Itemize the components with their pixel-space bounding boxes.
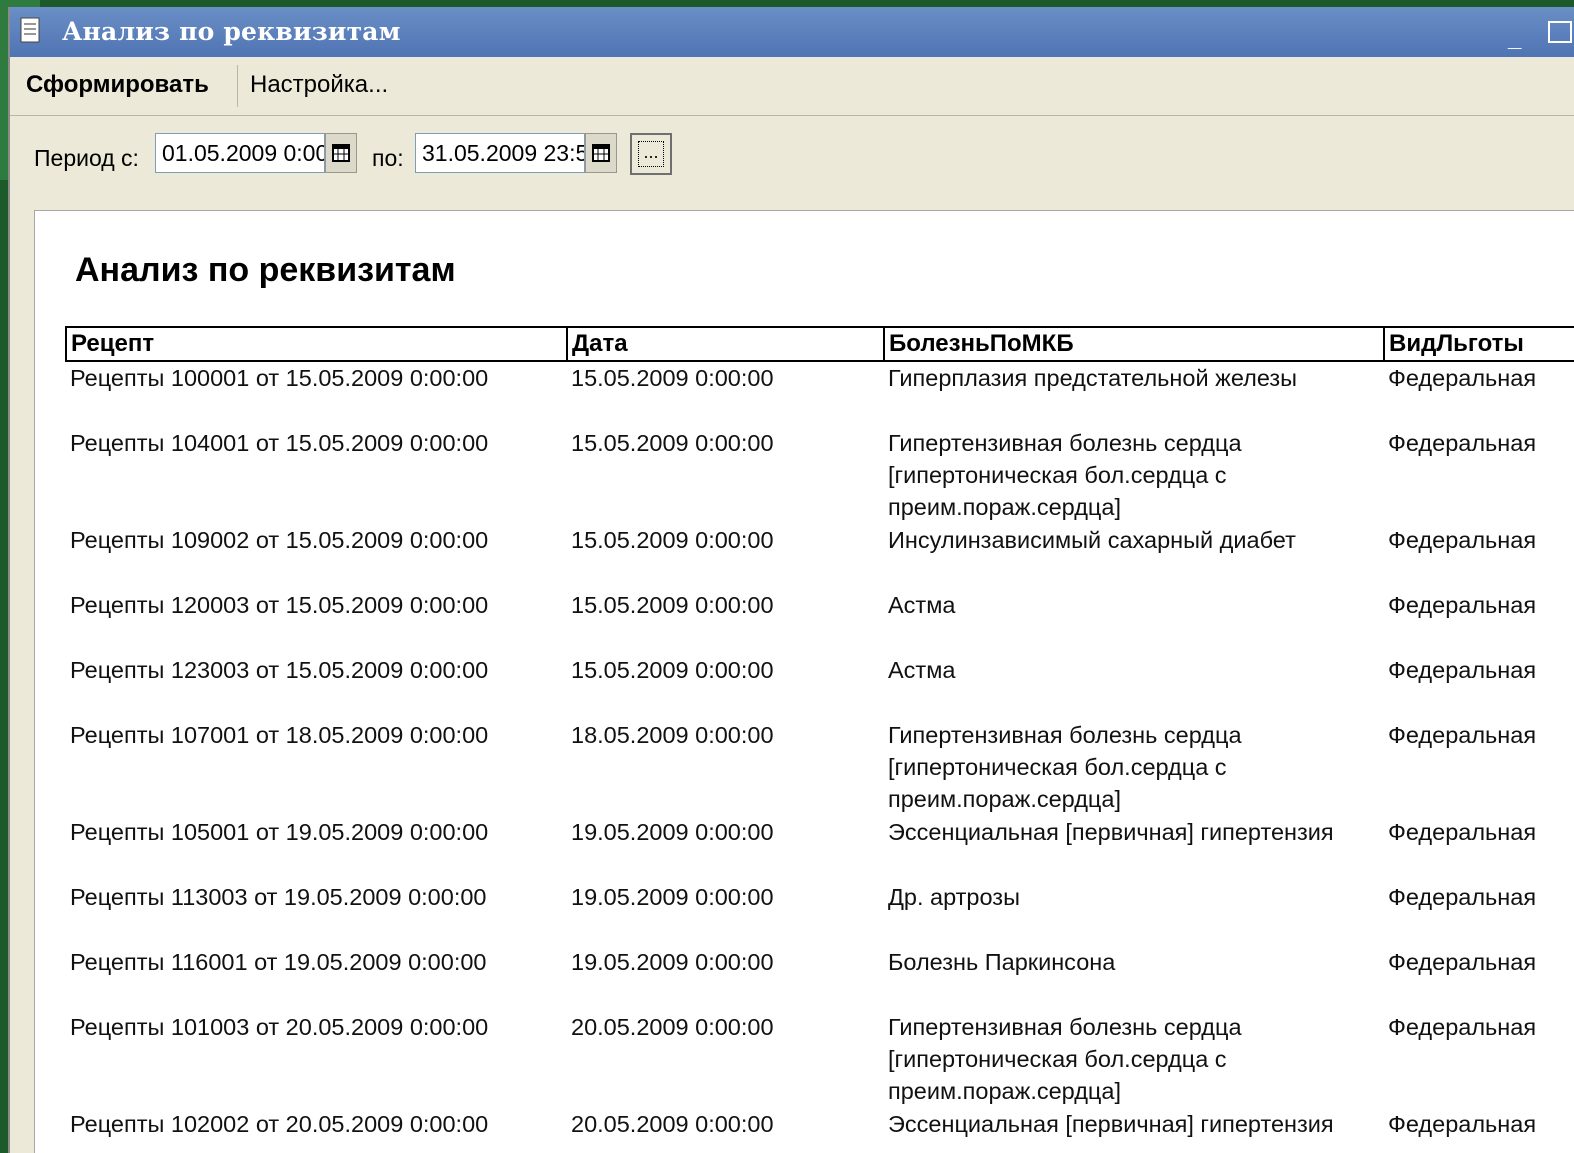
cell-recipe[interactable]: Рецепты 107001 от 18.05.2009 0:00:00 [66, 719, 567, 816]
column-header-disease: БолезньПоМКБ [883, 326, 1385, 362]
period-panel: Период с: 01.05.2009 0:00:00 по: 31.05.2… [10, 115, 1574, 207]
cell-benefit: Федеральная [1388, 819, 1537, 845]
table-row: Рецепты 107001 от 18.05.2009 0:00:00 18.… [66, 719, 1574, 816]
cell-recipe[interactable]: Рецепты 120003 от 15.05.2009 0:00:00 [66, 589, 567, 654]
cell-date: 15.05.2009 0:00:00 [571, 430, 774, 456]
cell-date: 15.05.2009 0:00:00 [571, 592, 774, 618]
cell-date: 15.05.2009 0:00:00 [571, 657, 774, 683]
table-row: Рецепты 113003 от 19.05.2009 0:00:00 19.… [66, 881, 1574, 946]
cell-benefit: Федеральная [1388, 430, 1537, 456]
cell-date: 20.05.2009 0:00:00 [571, 1111, 774, 1137]
cell-disease: Гиперплазия предстательной железы [888, 365, 1298, 391]
document-icon [20, 17, 40, 43]
cell-recipe[interactable]: Рецепты 101003 от 20.05.2009 0:00:00 [66, 1011, 567, 1108]
calendar-icon[interactable] [585, 133, 617, 173]
cell-benefit: Федеральная [1388, 527, 1537, 553]
report-window: Анализ по реквизитам _ Сформировать Наст… [8, 7, 1574, 1153]
generate-button[interactable]: Сформировать [26, 71, 209, 99]
toolbar: Сформировать Настройка... [10, 57, 1574, 116]
settings-button[interactable]: Настройка... [250, 71, 388, 99]
table-row: Рецепты 120003 от 15.05.2009 0:00:00 15.… [66, 589, 1574, 654]
cell-date: 20.05.2009 0:00:00 [571, 1014, 774, 1040]
cell-date: 19.05.2009 0:00:00 [571, 949, 774, 975]
table-row: Рецепты 104001 от 15.05.2009 0:00:00 15.… [66, 427, 1574, 524]
cell-disease: Эссенциальная [первичная] гипертензия [888, 1111, 1334, 1137]
cell-recipe[interactable]: Рецепты 105001 от 19.05.2009 0:00:00 [66, 816, 567, 881]
report-area: Анализ по реквизитам Рецепт Дата Болезнь… [34, 210, 1574, 1153]
column-header-recipe: Рецепт [65, 326, 568, 362]
period-from-input[interactable]: 01.05.2009 0:00:00 [155, 133, 325, 173]
cell-benefit: Федеральная [1388, 884, 1537, 910]
cell-disease: Гипертензивная болезнь сердца [гипертони… [888, 430, 1242, 520]
cell-benefit: Федеральная [1388, 592, 1537, 618]
table-row: Рецепты 100001 от 15.05.2009 0:00:00 15.… [66, 361, 1574, 427]
cell-date: 18.05.2009 0:00:00 [571, 722, 774, 748]
maximize-icon[interactable] [1548, 21, 1572, 43]
cell-benefit: Федеральная [1388, 365, 1537, 391]
period-to-input[interactable]: 31.05.2009 23:59:59 [415, 133, 585, 173]
cell-disease: Др. артрозы [888, 884, 1020, 910]
cell-benefit: Федеральная [1388, 657, 1537, 683]
cell-disease: Болезнь Паркинсона [888, 949, 1116, 975]
period-to-label: по: [372, 145, 404, 171]
cell-disease: Эссенциальная [первичная] гипертензия [888, 819, 1334, 845]
table-header: Рецепт Дата БолезньПоМКБ ВидЛьготы [65, 326, 1574, 362]
cell-disease: Астма [888, 657, 956, 683]
cell-disease: Астма [888, 592, 956, 618]
cell-benefit: Федеральная [1388, 949, 1537, 975]
cell-benefit: Федеральная [1388, 722, 1537, 748]
table-row: Рецепты 101003 от 20.05.2009 0:00:00 20.… [66, 1011, 1574, 1108]
cell-recipe[interactable]: Рецепты 102002 от 20.05.2009 0:00:00 [66, 1108, 567, 1153]
cell-benefit: Федеральная [1388, 1014, 1537, 1040]
table-row: Рецепты 105001 от 19.05.2009 0:00:00 19.… [66, 816, 1574, 881]
cell-recipe[interactable]: Рецепты 116001 от 19.05.2009 0:00:00 [66, 946, 567, 1011]
cell-date: 19.05.2009 0:00:00 [571, 884, 774, 910]
table-row: Рецепты 109002 от 15.05.2009 0:00:00 15.… [66, 524, 1574, 589]
cell-recipe[interactable]: Рецепты 104001 от 15.05.2009 0:00:00 [66, 427, 567, 524]
cell-benefit: Федеральная [1388, 1111, 1537, 1137]
report-table: Рецепт Дата БолезньПоМКБ ВидЛьготы Рецеп… [65, 326, 1574, 1153]
cell-disease: Инсулинзависимый сахарный диабет [888, 527, 1296, 553]
cell-recipe[interactable]: Рецепты 113003 от 19.05.2009 0:00:00 [66, 881, 567, 946]
table-row: Рецепты 123003 от 15.05.2009 0:00:00 15.… [66, 654, 1574, 719]
cell-date: 19.05.2009 0:00:00 [571, 819, 774, 845]
report-title: Анализ по реквизитам [75, 251, 456, 289]
minimize-icon[interactable]: _ [1508, 25, 1521, 53]
toolbar-separator [237, 65, 238, 107]
cell-recipe[interactable]: Рецепты 109002 от 15.05.2009 0:00:00 [66, 524, 567, 589]
period-from-label: Период с: [34, 145, 139, 171]
cell-date: 15.05.2009 0:00:00 [571, 527, 774, 553]
cell-recipe[interactable]: Рецепты 100001 от 15.05.2009 0:00:00 [66, 361, 567, 427]
table-row: Рецепты 116001 от 19.05.2009 0:00:00 19.… [66, 946, 1574, 1011]
calendar-icon[interactable] [325, 133, 357, 173]
table-row: Рецепты 102002 от 20.05.2009 0:00:00 20.… [66, 1108, 1574, 1153]
ellipsis-icon: ... [638, 141, 664, 167]
cell-disease: Гипертензивная болезнь сердца [гипертони… [888, 722, 1242, 812]
cell-disease: Гипертензивная болезнь сердца [гипертони… [888, 1014, 1242, 1104]
cell-recipe[interactable]: Рецепты 123003 от 15.05.2009 0:00:00 [66, 654, 567, 719]
column-header-benefit: ВидЛьготы [1383, 326, 1574, 362]
column-header-date: Дата [566, 326, 885, 362]
window-title: Анализ по реквизитам [62, 17, 401, 46]
period-select-button[interactable]: ... [630, 133, 672, 175]
title-bar: Анализ по реквизитам _ [10, 7, 1574, 57]
cell-date: 15.05.2009 0:00:00 [571, 365, 774, 391]
